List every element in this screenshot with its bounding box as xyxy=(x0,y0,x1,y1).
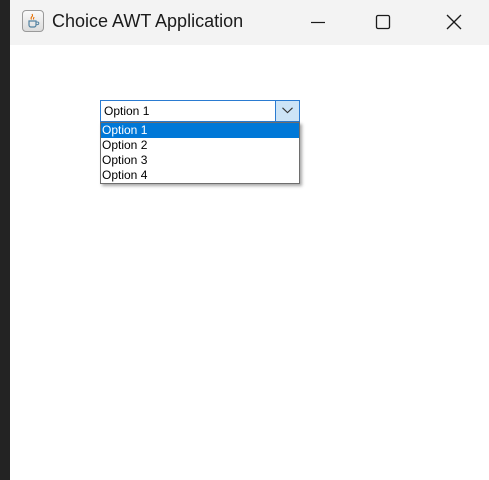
maximize-button[interactable] xyxy=(360,0,406,45)
option-label: Option 4 xyxy=(102,168,148,182)
java-cup-icon xyxy=(22,10,44,32)
desktop-background xyxy=(0,0,10,480)
minimize-icon xyxy=(311,21,325,24)
option-label: Option 3 xyxy=(102,153,148,167)
option-item-2[interactable]: Option 2 xyxy=(101,138,299,153)
chevron-down-icon xyxy=(282,107,293,114)
close-button[interactable] xyxy=(431,0,477,45)
option-item-4[interactable]: Option 4 xyxy=(101,168,299,183)
option-item-3[interactable]: Option 3 xyxy=(101,153,299,168)
choice-options-list: Option 1 Option 2 Option 3 Option 4 xyxy=(100,122,300,184)
app-window: Choice AWT Application Option 1 Option 1… xyxy=(10,0,489,480)
option-label: Option 2 xyxy=(102,138,148,152)
choice-arrow-button[interactable] xyxy=(275,101,299,121)
close-icon xyxy=(446,14,462,30)
window-title: Choice AWT Application xyxy=(52,11,244,31)
maximize-icon xyxy=(375,14,391,30)
option-label: Option 1 xyxy=(102,123,148,137)
title-bar[interactable]: Choice AWT Application xyxy=(10,0,489,45)
option-item-1[interactable]: Option 1 xyxy=(101,123,299,138)
minimize-button[interactable] xyxy=(295,0,341,45)
choice-selected-value: Option 1 xyxy=(104,104,150,118)
choice-dropdown[interactable]: Option 1 xyxy=(100,100,300,122)
